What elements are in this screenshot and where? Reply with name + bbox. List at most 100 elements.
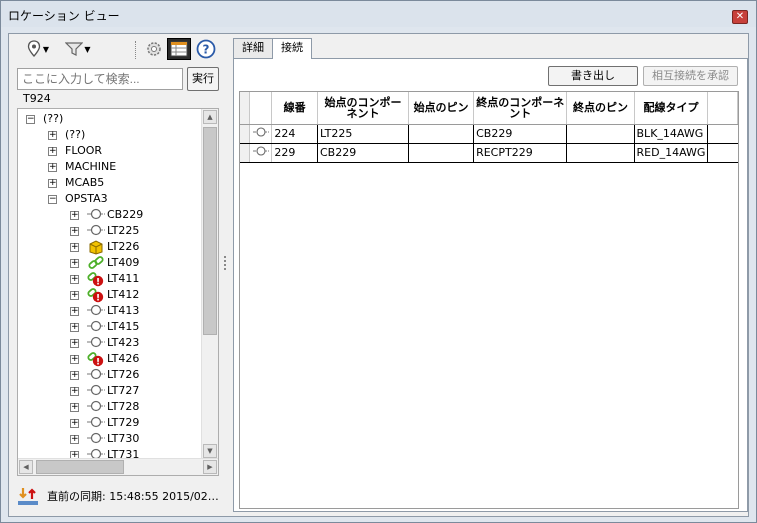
tree-node[interactable]: + LT730 — [70, 431, 139, 447]
tree-node-label: (??) — [65, 128, 86, 141]
tree-node[interactable]: + LT727 — [70, 383, 139, 399]
tree-node[interactable]: +! LT412 — [70, 287, 140, 304]
tree-node[interactable]: + FLOOR — [48, 143, 102, 159]
tree-node[interactable]: + MACHINE — [48, 159, 116, 175]
tab-details[interactable]: 詳細 — [233, 38, 273, 58]
collapse-icon[interactable]: − — [26, 114, 35, 124]
tree-node[interactable]: + LT423 — [70, 335, 139, 351]
location-pin-icon — [27, 40, 41, 57]
tree-node[interactable]: + MCAB5 — [48, 175, 104, 191]
expand-icon[interactable]: + — [70, 210, 79, 220]
sync-status: 直前の同期: 15:48:55 2015/02… — [17, 484, 222, 508]
scroll-left-button[interactable]: ◀ — [19, 460, 33, 474]
cell-wire[interactable]: 224 — [271, 124, 318, 144]
tree-node[interactable]: + LT415 — [70, 319, 139, 335]
expand-icon[interactable]: + — [70, 226, 79, 236]
tree-node[interactable]: + LT225 — [70, 223, 139, 239]
tree-node-label: LT412 — [107, 288, 140, 301]
cell-to-pin[interactable] — [566, 124, 635, 144]
sync-icon[interactable] — [17, 486, 39, 506]
tree-node-label: CB229 — [107, 208, 144, 221]
tree-node[interactable]: + LT728 — [70, 399, 139, 415]
expand-icon[interactable]: + — [70, 370, 79, 380]
settings-button[interactable] — [143, 38, 165, 60]
close-button[interactable]: ✕ — [732, 10, 748, 24]
expand-icon[interactable]: + — [48, 146, 57, 156]
tree-node[interactable]: − OPSTA3 — [48, 191, 108, 207]
tree-node[interactable]: + LT409 — [70, 255, 139, 271]
tree-node-label: LT423 — [107, 336, 140, 349]
row-connector-icon[interactable] — [249, 143, 273, 163]
expand-icon[interactable]: + — [48, 178, 57, 188]
column-header-to-component[interactable]: 終点のコンポーネント — [473, 92, 568, 125]
column-header-wire[interactable]: 線番 — [271, 92, 318, 125]
search-input[interactable] — [17, 68, 183, 90]
tree-node[interactable]: +! LT411 — [70, 271, 139, 288]
tab-connections[interactable]: 接続 — [272, 38, 312, 59]
cell-from-component[interactable]: LT225 — [317, 124, 410, 144]
cell-wire-type[interactable]: RED_14AWG — [634, 143, 709, 163]
location-pin-dropdown[interactable]: ▼ — [23, 38, 53, 60]
tree-node[interactable]: + LT226 — [70, 239, 139, 255]
expand-icon[interactable]: + — [48, 162, 57, 172]
toolbar-separator — [135, 41, 136, 59]
table-row[interactable]: 224 LT225 CB229 BLK_14AWG — [240, 124, 738, 144]
scroll-thumb[interactable] — [203, 127, 217, 335]
grid-body: 224 LT225 CB229 BLK_14AWG 229 CB229 RECPT229 RE… — [240, 124, 738, 163]
cell-wire-type[interactable]: BLK_14AWG — [634, 124, 709, 144]
expand-icon[interactable]: + — [70, 354, 79, 364]
tree-vertical-scrollbar[interactable]: ▲ ▼ — [201, 109, 218, 459]
expand-icon[interactable]: + — [70, 386, 79, 396]
tree-node[interactable]: − (??) — [26, 111, 63, 127]
export-button[interactable]: 書き出し — [548, 66, 638, 86]
cell-to-component[interactable]: RECPT229 — [473, 143, 568, 163]
cell-from-pin[interactable] — [408, 124, 475, 144]
tree-node-label: LT727 — [107, 384, 140, 397]
table-row[interactable]: 229 CB229 RECPT229 RED_14AWG — [240, 143, 738, 163]
expand-icon[interactable]: + — [70, 434, 79, 444]
connector-icon — [87, 223, 105, 239]
tree-node[interactable]: + LT413 — [70, 303, 139, 319]
table-view-button[interactable] — [167, 38, 191, 60]
location-tree[interactable]: − (??) + (??) + FLOOR + MACHINE + MCAB5− OPSTA3 + CB… — [17, 108, 219, 476]
scroll-right-button[interactable]: ▶ — [203, 460, 217, 474]
tree-node[interactable]: + (??) — [48, 127, 85, 143]
column-header-from-component[interactable]: 始点のコンポーネント — [317, 92, 410, 125]
expand-icon[interactable]: + — [70, 306, 79, 316]
expand-icon[interactable]: + — [70, 418, 79, 428]
column-header-wire-type[interactable]: 配線タイプ — [634, 92, 709, 125]
pane-splitter[interactable] — [224, 254, 227, 284]
gear-icon — [147, 42, 161, 56]
expand-icon[interactable]: + — [70, 322, 79, 332]
expand-icon[interactable]: + — [70, 402, 79, 412]
tree-node[interactable]: + LT726 — [70, 367, 139, 383]
collapse-icon[interactable]: − — [48, 194, 57, 204]
tree-node-label: LT729 — [107, 416, 140, 429]
column-header-from-pin[interactable]: 始点のピン — [408, 92, 475, 125]
expand-icon[interactable]: + — [70, 290, 79, 300]
tree-horizontal-scrollbar[interactable]: ◀ ▶ — [18, 458, 218, 475]
cell-to-component[interactable]: CB229 — [473, 124, 568, 144]
tree-node[interactable]: + LT729 — [70, 415, 139, 431]
row-connector-icon[interactable] — [249, 124, 273, 144]
expand-icon[interactable]: + — [70, 338, 79, 348]
filter-dropdown[interactable]: ▼ — [63, 38, 93, 60]
cell-from-component[interactable]: CB229 — [317, 143, 410, 163]
expand-icon[interactable]: + — [48, 130, 57, 140]
tree-node[interactable]: + CB229 — [70, 207, 143, 223]
grid-header-row: 線番 始点のコンポーネント 始点のピン 終点のコンポーネント 終点のピン 配線タ… — [240, 92, 738, 125]
scroll-up-button[interactable]: ▲ — [203, 110, 217, 124]
run-search-button[interactable]: 実行 — [187, 67, 219, 91]
tree-node[interactable]: +! LT426 — [70, 351, 139, 368]
cell-to-pin[interactable] — [566, 143, 635, 163]
cell-from-pin[interactable] — [408, 143, 475, 163]
cell-wire[interactable]: 229 — [271, 143, 318, 163]
help-button[interactable]: ? — [195, 38, 217, 60]
column-header-to-pin[interactable]: 終点のピン — [566, 92, 635, 125]
expand-icon[interactable]: + — [70, 274, 79, 284]
expand-icon[interactable]: + — [70, 258, 79, 268]
expand-icon[interactable]: + — [70, 242, 79, 252]
approve-interconnect-button[interactable]: 相互接続を承認 — [643, 66, 738, 86]
scroll-down-button[interactable]: ▼ — [203, 444, 217, 458]
scroll-thumb[interactable] — [36, 460, 124, 474]
